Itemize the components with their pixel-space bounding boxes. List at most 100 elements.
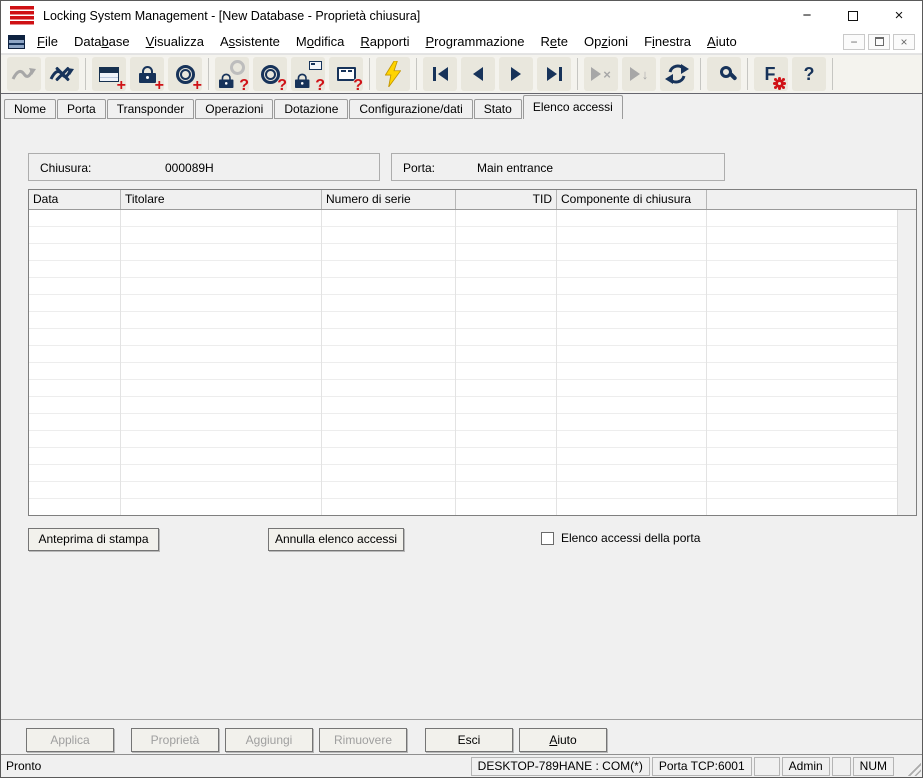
question-overlay: ? <box>315 77 325 94</box>
app-window: Locking System Management - [New Databas… <box>0 0 923 778</box>
mdi-minimize-button[interactable]: − <box>843 33 865 50</box>
column-header-empty[interactable] <box>707 190 916 209</box>
tab-operazioni[interactable]: Operazioni <box>195 99 274 119</box>
minimize-button[interactable]: − <box>784 1 830 30</box>
tab-nome[interactable]: Nome <box>4 99 57 119</box>
table-header-row: Data Titolare Numero di serie TID Compon… <box>29 190 916 210</box>
toolbar-read-settings-button[interactable]: ? <box>329 57 363 94</box>
last-record-icon <box>546 67 562 81</box>
tab-configurazione-dati[interactable]: Configurazione/dati <box>349 99 473 119</box>
toolbar-read-transponder-button[interactable]: ? <box>253 57 287 94</box>
toolbar-skip-down-button[interactable]: ↓ <box>622 57 656 91</box>
toolbar-next-record-button[interactable] <box>499 57 533 91</box>
menu-programmazione[interactable]: Programmazione <box>418 31 533 52</box>
toolbar-separator <box>208 58 209 90</box>
toolbar-new-transponder-button[interactable]: + <box>168 57 202 94</box>
toolbar-refresh-button[interactable] <box>660 57 694 91</box>
plus-overlay: + <box>192 77 202 94</box>
toolbar-new-locking-plan-button[interactable]: + <box>92 57 126 94</box>
toolbar-filter-settings-button[interactable]: F <box>754 57 788 91</box>
tab-transponder[interactable]: Transponder <box>106 99 195 119</box>
menu-visualizza[interactable]: Visualizza <box>138 31 212 52</box>
proprieta-button[interactable]: Proprietà <box>131 728 219 752</box>
close-button[interactable]: × <box>876 1 922 30</box>
menu-aiuto[interactable]: Aiuto <box>699 31 745 52</box>
toolbar-previous-record-button[interactable] <box>461 57 495 91</box>
resize-grip[interactable] <box>906 761 921 776</box>
transponder-icon <box>175 64 195 84</box>
maximize-icon <box>848 10 858 21</box>
column-header-numero-di-serie[interactable]: Numero di serie <box>322 190 456 209</box>
bottom-divider <box>1 719 922 720</box>
menu-rapporti[interactable]: Rapporti <box>352 31 417 52</box>
chiusura-groupbox: Chiusura: 000089H <box>28 153 380 181</box>
toolbar-program-button[interactable] <box>376 57 410 91</box>
toolbar: + + + ? ? ? ? × ↓ F ? <box>1 54 922 94</box>
search-icon <box>720 66 732 78</box>
skip-down-icon: ↓ <box>629 67 648 81</box>
print-preview-button[interactable]: Anteprima di stampa <box>28 528 159 551</box>
toolbar-read-lock-button[interactable]: ? <box>215 57 249 94</box>
status-numlock: NUM <box>852 756 894 776</box>
titlebar: Locking System Management - [New Databas… <box>1 1 922 30</box>
column-header-tid[interactable]: TID <box>456 190 557 209</box>
toolbar-separator <box>747 58 748 90</box>
aggiungi-button[interactable]: Aggiungi <box>225 728 313 752</box>
toolbar-disconnect-button[interactable] <box>45 57 79 91</box>
menu-database[interactable]: Database <box>66 31 138 52</box>
toolbar-new-lock-button[interactable]: + <box>130 57 164 94</box>
aiuto-button[interactable]: Aiuto <box>519 728 607 752</box>
restore-icon <box>874 37 884 46</box>
table-body[interactable] <box>29 210 898 515</box>
cancel-access-list-button[interactable]: Annulla elenco accessi <box>268 528 404 551</box>
menu-rete[interactable]: Rete <box>533 31 576 52</box>
applica-button[interactable]: Applica <box>26 728 114 752</box>
mdi-restore-button[interactable] <box>868 33 890 50</box>
table-column <box>29 210 121 515</box>
table-column <box>121 210 322 515</box>
toolbar-help-button[interactable]: ? <box>792 57 826 91</box>
menu-modifica[interactable]: Modifica <box>288 31 352 52</box>
rimuovere-button[interactable]: Rimuovere <box>319 728 407 752</box>
question-overlay: ? <box>353 77 363 94</box>
toolbar-skip-deactivated-button[interactable]: × <box>584 57 618 91</box>
filter-letter: F <box>764 64 776 84</box>
access-list-table: Data Titolare Numero di serie TID Compon… <box>28 189 917 516</box>
porta-label: Porta: <box>403 161 436 175</box>
lock-icon <box>295 73 310 88</box>
door-access-list-checkbox[interactable] <box>541 531 554 545</box>
toolbar-connect-button[interactable] <box>7 57 41 91</box>
toolbar-separator <box>85 58 86 90</box>
toolbar-separator <box>577 58 578 90</box>
toolbar-search-button[interactable] <box>707 57 741 91</box>
tab-elenco-accessi[interactable]: Elenco accessi <box>522 95 623 119</box>
menu-opzioni[interactable]: Opzioni <box>576 31 636 52</box>
lock-icon <box>219 73 234 88</box>
column-header-titolare[interactable]: Titolare <box>121 190 322 209</box>
toolbar-first-record-button[interactable] <box>423 57 457 91</box>
plus-overlay: + <box>116 77 126 94</box>
toolbar-read-network-lock-button[interactable]: ? <box>291 57 325 94</box>
gear-icon <box>775 79 784 88</box>
x-overlay-icon <box>53 65 71 83</box>
status-connection: DESKTOP-789HANE : COM(*) <box>470 756 650 776</box>
tab-dotazione[interactable]: Dotazione <box>274 99 349 119</box>
mdi-document-icon[interactable] <box>8 34 25 49</box>
menu-finestra[interactable]: Finestra <box>636 31 699 52</box>
tab-stato[interactable]: Stato <box>473 99 522 119</box>
menu-file[interactable]: File <box>29 31 66 52</box>
refresh-icon <box>665 64 689 84</box>
esci-button[interactable]: Esci <box>425 728 513 752</box>
column-header-componente-di-chiusura[interactable]: Componente di chiusura <box>557 190 707 209</box>
window-title: Locking System Management - [New Databas… <box>43 8 421 23</box>
status-empty-segment <box>753 756 780 776</box>
mdi-close-button[interactable]: × <box>893 33 915 50</box>
tab-strip: Nome Porta Transponder Operazioni Dotazi… <box>1 94 922 119</box>
column-header-data[interactable]: Data <box>29 190 121 209</box>
toolbar-last-record-button[interactable] <box>537 57 571 91</box>
vertical-scrollbar[interactable] <box>897 210 916 515</box>
toolbar-separator <box>700 58 701 90</box>
menu-assistente[interactable]: Assistente <box>212 31 288 52</box>
maximize-button[interactable] <box>830 1 876 30</box>
tab-porta[interactable]: Porta <box>57 99 106 119</box>
